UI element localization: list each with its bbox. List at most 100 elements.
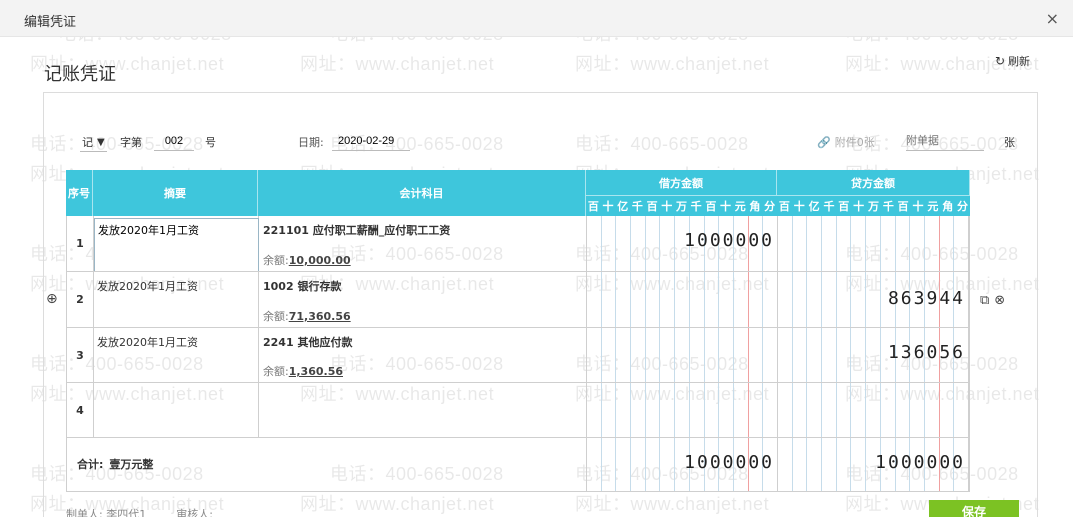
digit-gridline (703, 328, 705, 382)
summary-cell[interactable]: 发放2020年1月工资 (94, 328, 259, 382)
attachment-count-input[interactable] (906, 131, 984, 151)
save-button[interactable]: 保存 (929, 500, 1019, 517)
attachment-label: 附件0张 (834, 136, 875, 149)
digit-gridline (659, 272, 661, 327)
digit-gridline (835, 216, 837, 271)
digit-gridline (909, 383, 911, 437)
unit-label: 十 (600, 196, 616, 216)
digit-gridline (835, 438, 837, 491)
digit-gridline (630, 272, 632, 327)
preparer: 制单人: 李四代1 (66, 506, 146, 517)
unit-label: 亿 (806, 196, 822, 216)
copy-icon[interactable]: ⧉ (980, 293, 989, 308)
digit-gridline (938, 216, 940, 271)
summary-text: 发放2020年1月工资 (97, 336, 198, 349)
total-credit-cell: 1000000 (778, 438, 969, 491)
header-credit: 贷方金额 (777, 170, 970, 196)
account-cell[interactable]: 2241 其他应付款 余额:1,360.56 (259, 328, 587, 382)
digit-gridline (674, 383, 676, 437)
voucher-number-input[interactable] (154, 131, 194, 151)
reviewer-label: 审核人: (176, 508, 213, 517)
add-row-icon[interactable]: ⊕ (46, 291, 58, 307)
total-debit-cell: 1000000 (587, 438, 778, 491)
unit-label: 十 (851, 196, 867, 216)
digit-gridline (806, 328, 808, 382)
row-number: 4 (67, 383, 94, 437)
header-no: 序号 (66, 170, 93, 216)
digit-gridline (850, 383, 852, 437)
unit-label: 角 (940, 196, 956, 216)
balance-label: 余额: (263, 254, 289, 267)
digit-gridline (879, 383, 881, 437)
digit-gridline (968, 328, 969, 382)
digit-gridline (600, 328, 602, 382)
unit-label: 百 (836, 196, 852, 216)
voucher-heading: 记账凭证 (44, 64, 116, 85)
voucher-footer: 制单人: 李四代1 审核人: (66, 506, 213, 517)
digit-gridline (615, 216, 617, 271)
digit-gridline (835, 383, 837, 437)
unit-label: 万 (866, 196, 881, 216)
credit-cell[interactable] (778, 383, 969, 437)
digit-gridline (835, 272, 837, 327)
credit-cell[interactable] (778, 216, 969, 271)
digit-gridline (600, 216, 602, 271)
debit-cell[interactable] (587, 328, 778, 382)
date-label: 日期: (298, 136, 324, 149)
digit-gridline (600, 272, 602, 327)
credit-cell[interactable]: 863944 (778, 272, 969, 327)
unit-label: 十 (718, 196, 733, 216)
credit-amount: 136056 (887, 342, 965, 363)
digit-gridline (850, 328, 852, 382)
digit-gridline (630, 328, 632, 382)
summary-input[interactable] (94, 218, 259, 272)
preparer-name: 李四代1 (106, 508, 147, 517)
total-debit-amount: 1000000 (684, 452, 774, 473)
digit-gridline (747, 272, 749, 327)
digit-gridline (644, 438, 646, 491)
digit-gridline (850, 272, 852, 327)
digit-gridline (674, 216, 676, 271)
unit-label: 十 (791, 196, 807, 216)
account-cell[interactable]: 1002 银行存款 余额:71,360.56 (259, 272, 587, 327)
credit-cell[interactable]: 136056 (778, 328, 969, 382)
watermark-site: 网址：www.chanjet.net (300, 54, 495, 74)
digit-gridline (835, 328, 837, 382)
digit-gridline (688, 328, 690, 382)
account-name: 1002 银行存款 (263, 280, 342, 293)
summary-cell[interactable] (94, 383, 259, 437)
account-cell[interactable]: 221101 应付职工薪酬_应付职工工资 余额:10,000.00 (259, 216, 587, 271)
digit-gridline (865, 328, 867, 382)
header-summary: 摘要 (93, 170, 258, 216)
digit-gridline (732, 328, 734, 382)
voucher-word-select[interactable]: 记 ▼ (80, 133, 107, 152)
unit-label: 十 (910, 196, 926, 216)
voucher-topbar: 记 ▼ 字第 号 日期: 🔗 附件0张 张 (0, 130, 1073, 154)
close-icon[interactable]: × (1046, 9, 1059, 28)
unit-label: 十 (659, 196, 675, 216)
refresh-button[interactable]: ↻ 刷新 (995, 53, 1030, 69)
debit-cell[interactable]: 1000000 (587, 216, 778, 271)
account-cell[interactable] (259, 383, 587, 437)
digit-gridline (600, 383, 602, 437)
table-row: 4 (67, 382, 969, 437)
balance-amount: 1,360.56 (288, 365, 343, 378)
digit-gridline (850, 216, 852, 271)
debit-cell[interactable] (587, 272, 778, 327)
digit-gridline (718, 328, 720, 382)
balance-label: 余额: (263, 310, 289, 323)
debit-cell[interactable] (587, 383, 778, 437)
digit-gridline (703, 272, 705, 327)
date-input[interactable] (332, 131, 410, 151)
table-row: 3 发放2020年1月工资 2241 其他应付款 余额:1,360.56 136… (67, 327, 969, 382)
digit-gridline (894, 216, 896, 271)
watermark-site: 网址：www.chanjet.net (575, 54, 770, 74)
hao-label: 号 (205, 136, 216, 149)
total-caption: 壹万元整 (109, 458, 154, 471)
credit-units: 百十亿千百十万千百十元角分 (777, 196, 970, 216)
unit-label: 千 (821, 196, 837, 216)
attachment-link[interactable]: 🔗 附件0张 (817, 134, 875, 150)
delete-icon[interactable]: ⊗ (994, 293, 1005, 308)
digit-gridline (644, 272, 646, 327)
summary-cell[interactable]: 发放2020年1月工资 (94, 272, 259, 327)
